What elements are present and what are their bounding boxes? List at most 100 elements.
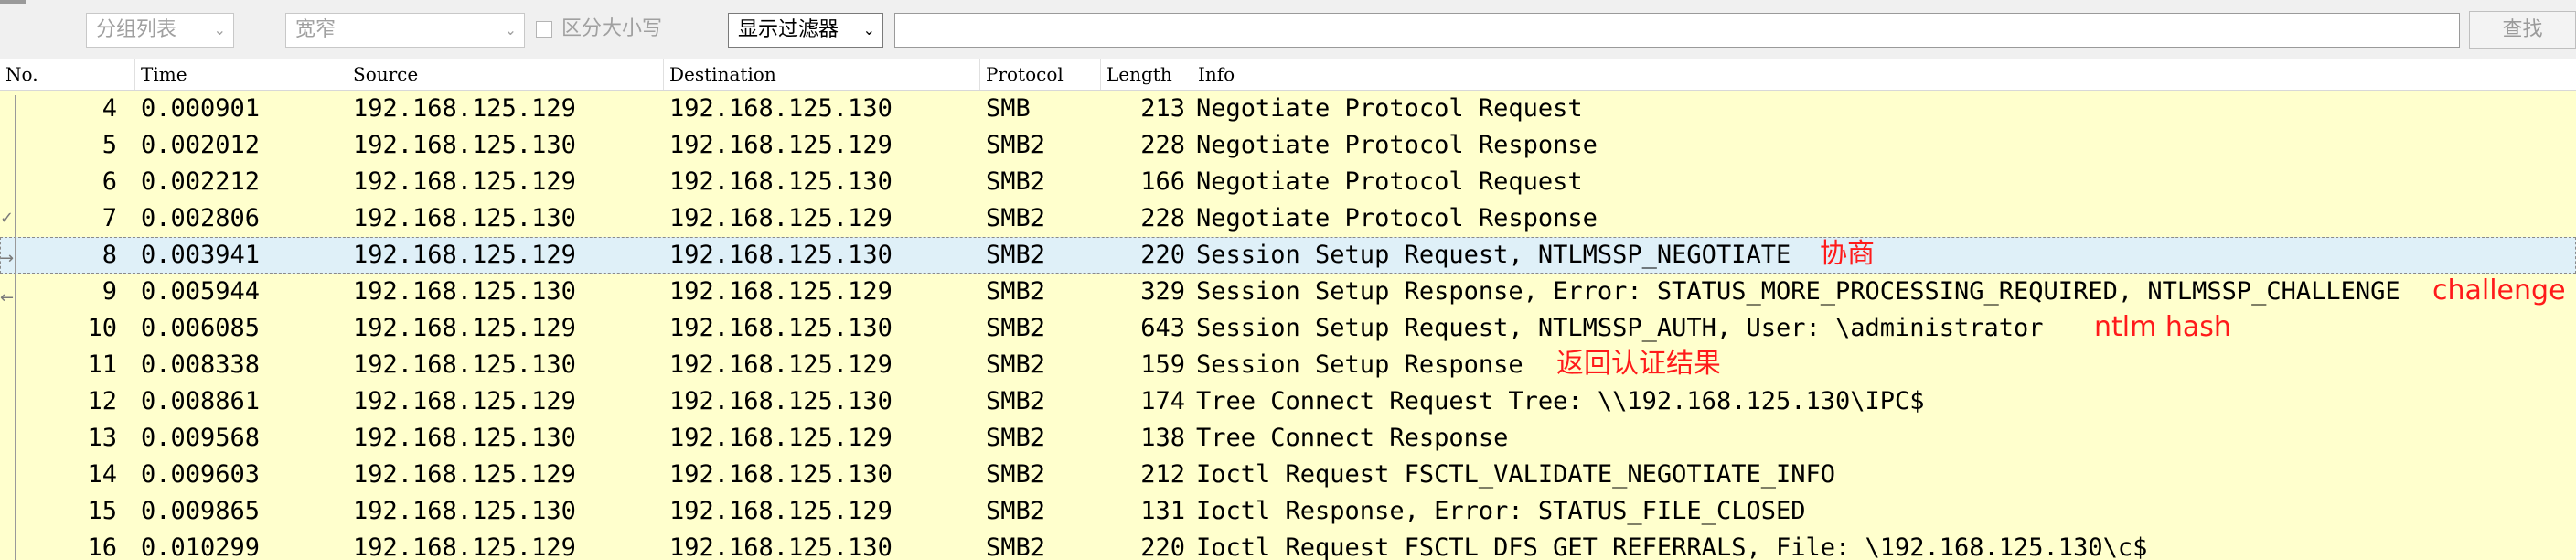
packet-source: 192.168.125.129 [353, 94, 576, 123]
search-in-dropdown[interactable]: 分组列表 ⌄ [86, 13, 234, 48]
packet-rows: 4 0.000901 192.168.125.129 192.168.125.130 S… [0, 91, 2576, 560]
chevron-down-icon: ⌄ [504, 21, 517, 38]
packet-row[interactable]: 16 0.010299 192.168.125.129 192.168.125.130… [0, 530, 2576, 560]
packet-length: 220 [1140, 241, 1185, 269]
packet-row[interactable]: 7 0.002806 192.168.125.130 192.168.125.129 S… [0, 200, 2576, 237]
case-sensitive-checkbox[interactable] [536, 21, 552, 38]
search-type-value: 显示过滤器 [738, 18, 839, 41]
packet-source: 192.168.125.129 [353, 241, 576, 269]
packet-destination: 192.168.125.130 [669, 533, 893, 560]
packet-source: 192.168.125.129 [353, 314, 576, 342]
column-header-length[interactable]: Length [1101, 59, 1192, 90]
packet-info: Ioctl Request FSCTL_DFS_GET_REFERRALS, F… [1196, 533, 2148, 560]
column-header-destination[interactable]: Destination [664, 59, 980, 90]
packet-no: 16 [87, 533, 117, 560]
packet-protocol: SMB2 [986, 424, 1046, 452]
packet-length: 228 [1140, 204, 1185, 232]
packet-no: 13 [87, 424, 117, 452]
packet-row[interactable]: 12 0.008861 192.168.125.129 192.168.125.130… [0, 383, 2576, 420]
column-header-row: No. Time Source Destination Protocol Len… [0, 59, 2576, 91]
packet-time: 0.005944 [141, 277, 261, 306]
chevron-down-icon: ⌄ [862, 21, 875, 38]
packet-time: 0.009603 [141, 460, 261, 489]
packet-source: 192.168.125.129 [353, 533, 576, 560]
packet-source: 192.168.125.130 [353, 350, 576, 379]
packet-time: 0.009865 [141, 497, 261, 525]
column-header-no[interactable]: No. [0, 59, 135, 90]
packet-row[interactable]: 9 0.005944 192.168.125.130 192.168.125.129 S… [0, 274, 2576, 310]
packet-time: 0.008861 [141, 387, 261, 415]
packet-length: 212 [1140, 460, 1185, 489]
packet-destination: 192.168.125.129 [669, 424, 893, 452]
packet-info: Session Setup Response, Error: STATUS_MO… [1196, 277, 2400, 306]
search-input[interactable] [894, 13, 2460, 48]
column-header-info[interactable]: Info [1192, 59, 2576, 90]
red-annotation: challenge [2432, 275, 2566, 307]
packet-no: 14 [87, 460, 117, 489]
packet-length: 166 [1140, 167, 1185, 196]
red-annotation: 返回认证结果 [1556, 348, 1721, 380]
packet-row[interactable]: 8 0.003941 192.168.125.129 192.168.125.130 S… [0, 237, 2576, 274]
packet-source: 192.168.125.129 [353, 460, 576, 489]
packet-source: 192.168.125.130 [353, 131, 576, 159]
request-arrow-icon: → [0, 249, 15, 268]
packet-destination: 192.168.125.129 [669, 277, 893, 306]
case-sensitive-label: 区分大小写 [561, 17, 663, 40]
packet-time: 0.000901 [141, 94, 261, 123]
packet-row[interactable]: 13 0.009568 192.168.125.130 192.168.125.129… [0, 420, 2576, 457]
response-arrow-icon: ← [0, 288, 15, 307]
packet-length: 228 [1140, 131, 1185, 159]
packet-source: 192.168.125.130 [353, 204, 576, 232]
packet-row[interactable]: 11 0.008338 192.168.125.130 192.168.125.129… [0, 347, 2576, 383]
packet-source: 192.168.125.129 [353, 167, 576, 196]
packet-destination: 192.168.125.130 [669, 387, 893, 415]
find-button[interactable]: 查找 [2469, 11, 2576, 49]
search-in-value: 分组列表 [96, 18, 177, 41]
packet-info: Session Setup Request, NTLMSSP_AUTH, Use… [1196, 314, 2044, 342]
packet-protocol: SMB2 [986, 497, 1046, 525]
packet-row[interactable]: 5 0.002012 192.168.125.130 192.168.125.129 S… [0, 127, 2576, 164]
packet-info: Negotiate Protocol Response [1196, 131, 1598, 159]
column-header-source[interactable]: Source [347, 59, 664, 90]
column-header-protocol[interactable]: Protocol [980, 59, 1101, 90]
packet-time: 0.003941 [141, 241, 261, 269]
packet-time: 0.002806 [141, 204, 261, 232]
packet-time: 0.006085 [141, 314, 261, 342]
packet-info: Session Setup Response [1196, 350, 1523, 379]
packet-info: Negotiate Protocol Response [1196, 204, 1598, 232]
packet-time: 0.009568 [141, 424, 261, 452]
window-edge [0, 0, 26, 4]
packet-protocol: SMB2 [986, 314, 1046, 342]
char-width-dropdown[interactable]: 宽窄 ⌄ [285, 13, 525, 48]
packet-length: 329 [1140, 277, 1185, 306]
find-toolbar: 分组列表 ⌄ 宽窄 ⌄ 区分大小写 显示过滤器 ⌄ 查找 [0, 0, 2576, 59]
packet-source: 192.168.125.130 [353, 424, 576, 452]
packet-no: 5 [102, 131, 117, 159]
column-header-time[interactable]: Time [135, 59, 347, 90]
packet-length: 643 [1140, 314, 1185, 342]
packet-row[interactable]: 15 0.009865 192.168.125.130 192.168.125.129… [0, 493, 2576, 530]
packet-row[interactable]: 4 0.000901 192.168.125.129 192.168.125.130 S… [0, 91, 2576, 127]
related-packet-check-icon: ✓ [0, 209, 15, 228]
packet-row[interactable]: 10 0.006085 192.168.125.129 192.168.125.130… [0, 310, 2576, 347]
packet-destination: 192.168.125.130 [669, 241, 893, 269]
packet-protocol: SMB2 [986, 387, 1046, 415]
packet-protocol: SMB2 [986, 350, 1046, 379]
packet-info: Negotiate Protocol Request [1196, 94, 1583, 123]
packet-list[interactable]: No. Time Source Destination Protocol Len… [0, 59, 2576, 560]
packet-time: 0.002012 [141, 131, 261, 159]
packet-info: Negotiate Protocol Request [1196, 167, 1583, 196]
packet-destination: 192.168.125.129 [669, 204, 893, 232]
packet-info: Ioctl Request FSCTL_VALIDATE_NEGOTIATE_I… [1196, 460, 1835, 489]
packet-row[interactable]: 14 0.009603 192.168.125.129 192.168.125.130… [0, 457, 2576, 493]
packet-row[interactable]: 6 0.002212 192.168.125.129 192.168.125.130 S… [0, 164, 2576, 200]
packet-protocol: SMB2 [986, 204, 1046, 232]
search-type-dropdown[interactable]: 显示过滤器 ⌄ [728, 13, 883, 48]
packet-destination: 192.168.125.129 [669, 497, 893, 525]
chevron-down-icon: ⌄ [213, 21, 226, 38]
packet-protocol: SMB2 [986, 167, 1046, 196]
packet-destination: 192.168.125.129 [669, 131, 893, 159]
red-annotation: 协商 [1820, 238, 1875, 270]
packet-no: 6 [102, 167, 117, 196]
packet-no: 10 [87, 314, 117, 342]
